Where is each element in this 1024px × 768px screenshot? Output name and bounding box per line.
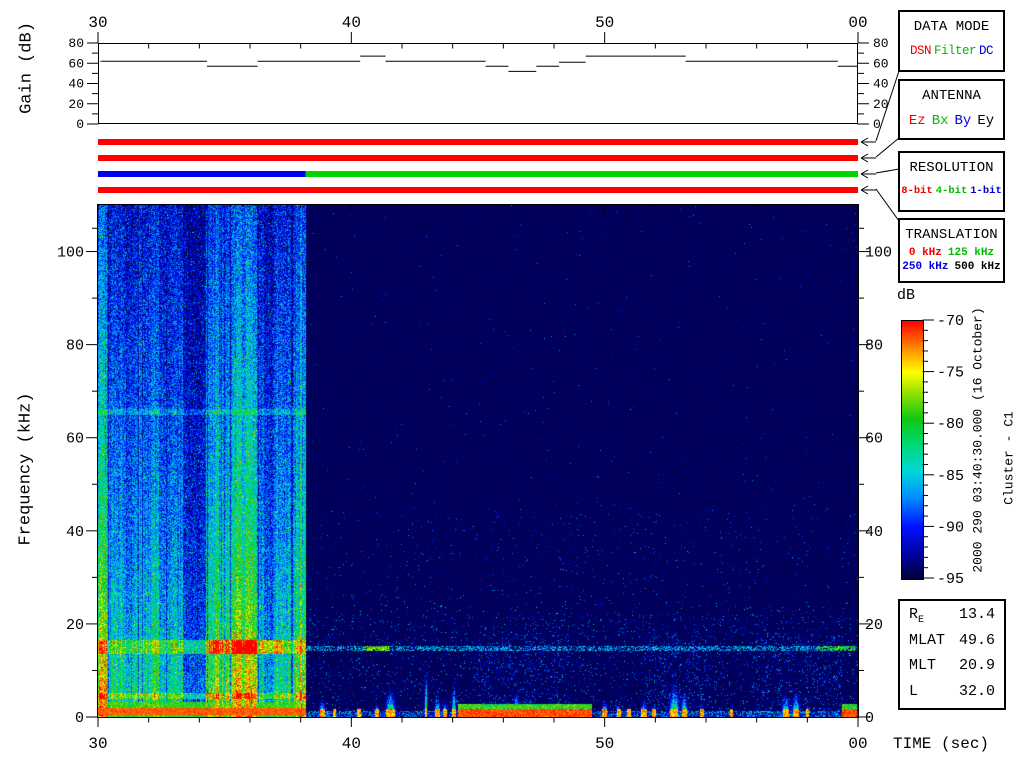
ephemeris-value-re: 13.4 — [959, 606, 995, 626]
legend-value-1-bit: 1-bit — [970, 185, 1002, 197]
ephemeris-value-mlt: 20.9 — [959, 657, 995, 677]
svg-text:-80: -80 — [937, 416, 964, 433]
legend-value-bx: Bx — [932, 113, 949, 129]
legend-data-mode-title: DATA MODE — [914, 19, 990, 35]
ephemeris-value-l: 32.0 — [959, 683, 995, 703]
svg-text:40: 40 — [342, 14, 361, 32]
legend-translation-row-0: 0 kHz 125 kHz — [902, 247, 1000, 260]
svg-text:80: 80 — [68, 36, 84, 51]
ephemeris-label-l: L — [909, 683, 918, 703]
legend-value-ey: Ey — [977, 113, 994, 129]
ephemeris-row-l: L 32.0 — [909, 683, 995, 703]
spectrogram-canvas — [98, 205, 858, 717]
legend-translation-values: 0 kHz 125 kHz250 kHz 500 kHz — [902, 247, 1000, 274]
legend-translation-title: TRANSLATION — [905, 227, 997, 243]
svg-text:40: 40 — [342, 735, 361, 753]
svg-text:20: 20 — [66, 617, 84, 634]
legend-data-mode-values: DSNFilterDC — [910, 44, 993, 58]
svg-text:50: 50 — [595, 735, 614, 753]
legend-value-4-bit: 4-bit — [936, 185, 968, 197]
legend-value-dc: DC — [979, 44, 993, 58]
svg-text:30: 30 — [88, 14, 107, 32]
svg-text:60: 60 — [66, 431, 84, 448]
ephemeris-value-mlat: 49.6 — [959, 632, 995, 652]
svg-text:40: 40 — [66, 524, 84, 541]
legend-data-mode: DATA MODE DSNFilterDC — [898, 10, 1005, 72]
colorbar-unit-label: dB — [897, 287, 915, 304]
svg-text:-75: -75 — [937, 365, 964, 382]
svg-text:-70: -70 — [937, 313, 964, 330]
ephemeris-label-re: RE — [909, 606, 924, 626]
svg-text:60: 60 — [68, 56, 84, 71]
status-bar-data-mode — [98, 139, 858, 145]
legend-antenna: ANTENNA Ez Bx By Ey — [898, 79, 1005, 140]
legend-value-dsn: DSN — [910, 44, 931, 58]
svg-text:0: 0 — [873, 117, 881, 132]
svg-text:80: 80 — [865, 338, 883, 355]
legend-value-ez: Ez — [909, 113, 926, 129]
ephemeris-row-mlt: MLT 20.9 — [909, 657, 995, 677]
svg-text:80: 80 — [873, 36, 889, 51]
svg-text:50: 50 — [595, 14, 614, 32]
status-bar-resolution — [98, 171, 858, 177]
ephemeris-box: RE 13.4 MLAT 49.6 MLT 20.9 L 32.0 — [898, 599, 1006, 710]
svg-text:20: 20 — [68, 97, 84, 112]
svg-text:30: 30 — [88, 735, 107, 753]
legend-translation: TRANSLATION 0 kHz 125 kHz250 kHz 500 kHz — [898, 218, 1005, 283]
svg-text:60: 60 — [865, 431, 883, 448]
legend-value-250-khz: 250 kHz — [902, 261, 948, 274]
svg-text:0: 0 — [76, 117, 84, 132]
timestamp-vertical-text: 2000 290 03:40:30.000 (16 October) — [971, 307, 986, 572]
status-bar-translation — [98, 187, 858, 193]
legend-value-by: By — [955, 113, 972, 129]
gain-axis-label: Gain (dB) — [18, 22, 37, 114]
legend-value-8-bit: 8-bit — [901, 185, 933, 197]
spacecraft-vertical-text: Cluster - C1 — [1002, 411, 1017, 505]
svg-text:100: 100 — [57, 245, 84, 262]
legend-antenna-values: Ez Bx By Ey — [909, 113, 994, 129]
svg-text:100: 100 — [865, 245, 892, 262]
legend-translation-row-1: 250 kHz 500 kHz — [902, 261, 1000, 274]
svg-text:-85: -85 — [937, 468, 964, 485]
svg-text:-95: -95 — [937, 571, 964, 588]
legend-value-500-khz: 500 kHz — [955, 261, 1001, 274]
ephemeris-row-re: RE 13.4 — [909, 606, 995, 626]
ephemeris-label-mlat: MLAT — [909, 632, 945, 652]
svg-text:40: 40 — [68, 77, 84, 92]
svg-text:00: 00 — [848, 735, 867, 753]
svg-text:00: 00 — [848, 14, 867, 32]
legend-resolution-values: 8-bit4-bit1-bit — [901, 185, 1002, 197]
svg-text:40: 40 — [873, 77, 889, 92]
svg-text:0: 0 — [865, 710, 874, 727]
svg-text:80: 80 — [66, 338, 84, 355]
svg-text:60: 60 — [873, 56, 889, 71]
frequency-axis-label: Frequency (kHz) — [17, 392, 36, 545]
ephemeris-row-mlat: MLAT 49.6 — [909, 632, 995, 652]
legend-resolution: RESOLUTION 8-bit4-bit1-bit — [898, 151, 1005, 212]
ephemeris-label-mlt: MLT — [909, 657, 936, 677]
legend-value-filter: Filter — [934, 44, 976, 58]
svg-text:20: 20 — [865, 617, 883, 634]
time-axis-label: TIME (sec) — [893, 735, 989, 753]
svg-text:20: 20 — [873, 97, 889, 112]
colorbar — [901, 320, 924, 580]
wbd-spectrogram-page: dB Gain (dB) Frequency (kHz) TIME (sec) … — [0, 0, 1024, 768]
legend-resolution-title: RESOLUTION — [909, 160, 993, 176]
legend-antenna-title: ANTENNA — [922, 88, 981, 104]
svg-text:40: 40 — [865, 524, 883, 541]
svg-text:0: 0 — [75, 710, 84, 727]
legend-value-125-khz: 125 kHz — [948, 247, 994, 260]
svg-text:-90: -90 — [937, 519, 964, 536]
status-bar-antenna — [98, 155, 858, 161]
legend-value-0-khz: 0 kHz — [909, 247, 942, 260]
